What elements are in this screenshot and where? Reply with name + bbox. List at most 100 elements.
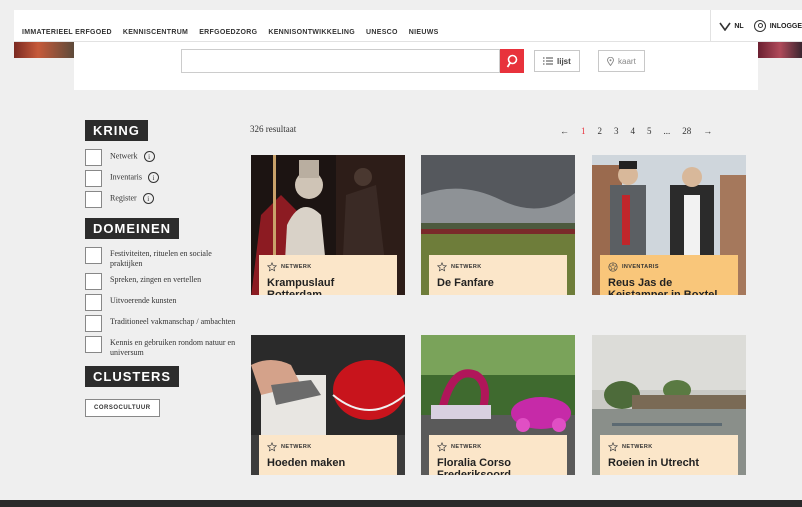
card-type: NETWERK	[281, 444, 312, 450]
pagination-ellipsis: ...	[663, 126, 671, 136]
card-type: NETWERK	[622, 444, 653, 450]
netwerk-icon	[437, 262, 447, 272]
info-icon[interactable]: i	[148, 172, 159, 183]
page-link-2[interactable]: 2	[598, 126, 603, 136]
checkbox[interactable]	[85, 191, 102, 208]
page-link-4[interactable]: 4	[631, 126, 636, 136]
result-card-floralia-corso[interactable]: NETWERK Floralia Corso Frederiksoord	[421, 335, 575, 475]
filter-natuur[interactable]: Kennis en gebruiken rondom natuur en uni…	[85, 336, 245, 358]
map-view-label: kaart	[618, 56, 636, 66]
netwerk-icon	[267, 262, 277, 272]
kring-heading: KRING	[85, 120, 148, 141]
card-label: INVENTARIS Reus Jas de Keistamper in Box…	[600, 255, 738, 295]
filter-spreken[interactable]: Spreken, zingen en vertellen	[85, 273, 245, 290]
cluster-corsocultuur-button[interactable]: CORSOCULTUUR	[85, 399, 160, 417]
pagination-next[interactable]: →	[703, 126, 712, 136]
card-type: NETWERK	[451, 264, 482, 270]
card-label: NETWERK Floralia Corso Frederiksoord	[429, 435, 567, 475]
checkbox[interactable]	[85, 294, 102, 311]
domeinen-filters: Festiviteiten, rituelen en sociale prakt…	[85, 247, 245, 358]
domeinen-heading: DOMEINEN	[85, 218, 180, 239]
card-label: NETWERK De Fanfare	[429, 255, 567, 295]
card-label: NETWERK Hoeden maken	[259, 435, 397, 475]
filter-label: Kennis en gebruiken rondom natuur en uni…	[110, 338, 236, 357]
nav-right: NL INLOGGE	[710, 10, 802, 42]
chevron-down-icon	[719, 22, 732, 31]
language-label: NL	[734, 22, 744, 30]
result-count: 326 resultaat	[250, 124, 297, 134]
nav-link-nieuws[interactable]: NIEUWS	[409, 29, 439, 36]
filter-label: Inventaris	[110, 172, 142, 182]
nav-link-kennisontwikkeling[interactable]: KENNISONTWIKKELING	[268, 29, 355, 36]
filter-vakmanschap[interactable]: Traditioneel vakmanschap / ambachten	[85, 315, 245, 332]
pagination-prev[interactable]: ←	[560, 126, 569, 136]
checkbox[interactable]	[85, 315, 102, 332]
nav-link-immaterieel-erfgoed[interactable]: IMMATERIEEL ERFGOED	[22, 29, 112, 36]
result-card-hoeden-maken[interactable]: NETWERK Hoeden maken	[251, 335, 405, 475]
filter-label: Uitvoerende kunsten	[110, 296, 177, 305]
result-card-de-fanfare[interactable]: NETWERK De Fanfare	[421, 155, 575, 295]
filter-festiviteiten[interactable]: Festiviteiten, rituelen en sociale prakt…	[85, 247, 245, 269]
filter-label: Netwerk	[110, 151, 138, 161]
result-card-reus-jas[interactable]: INVENTARIS Reus Jas de Keistamper in Box…	[592, 155, 746, 295]
login-label: INLOGGE	[769, 22, 802, 30]
card-title: Roeien in Utrecht	[608, 457, 700, 469]
card-title: De Fanfare	[437, 277, 494, 289]
info-icon[interactable]: i	[143, 151, 155, 162]
card-title: Floralia Corso Frederiksoord	[437, 457, 511, 475]
filter-label: Spreken, zingen en vertellen	[110, 275, 202, 284]
page-link-1[interactable]: 1	[581, 126, 586, 136]
card-type: NETWERK	[451, 444, 482, 450]
filter-register[interactable]: Register i	[85, 191, 245, 208]
filter-inventaris[interactable]: Inventaris i	[85, 170, 245, 187]
search-button[interactable]	[500, 49, 524, 73]
checkbox[interactable]	[85, 149, 102, 166]
filter-label: Traditioneel vakmanschap / ambachten	[110, 317, 236, 326]
search-input[interactable]	[181, 49, 500, 73]
result-card-roeien-utrecht[interactable]: NETWERK Roeien in Utrecht	[592, 335, 746, 475]
checkbox[interactable]	[85, 170, 102, 187]
nav-link-kenniscentrum[interactable]: KENNISCENTRUM	[123, 29, 188, 36]
checkbox[interactable]	[85, 336, 102, 353]
map-view-button[interactable]: kaart	[598, 50, 645, 72]
filter-label: Festiviteiten, rituelen en sociale prakt…	[110, 249, 212, 268]
main-menu: IMMATERIEEL ERFGOED KENNISCENTRUM ERFGOE…	[22, 29, 439, 36]
search-panel: lijst kaart	[74, 42, 758, 90]
list-icon	[543, 57, 553, 65]
result-card-krampuslauf[interactable]: NETWERK Krampuslauf Rotterdam	[251, 155, 405, 295]
nav-link-erfgoedzorg[interactable]: ERFGOEDZORG	[199, 29, 257, 36]
hero-image-right	[758, 42, 802, 58]
checkbox[interactable]	[85, 273, 102, 290]
inventaris-icon	[608, 262, 618, 272]
user-icon	[753, 20, 766, 32]
page-link-5[interactable]: 5	[647, 126, 652, 136]
card-type: NETWERK	[281, 264, 312, 270]
netwerk-icon	[437, 442, 447, 452]
filter-netwerk[interactable]: Netwerk i	[85, 149, 245, 166]
card-type: INVENTARIS	[622, 264, 659, 270]
list-view-button[interactable]: lijst	[534, 50, 580, 72]
card-title: Krampuslauf Rotterdam	[267, 277, 335, 295]
checkbox[interactable]	[85, 247, 102, 264]
filter-sidebar: KRING Netwerk i Inventaris i Register i DOM…	[85, 120, 245, 417]
filter-uitvoerende-kunsten[interactable]: Uitvoerende kunsten	[85, 294, 245, 311]
bottom-bar	[0, 500, 802, 507]
card-label: NETWERK Roeien in Utrecht	[600, 435, 738, 475]
top-navigation: IMMATERIEEL ERFGOED KENNISCENTRUM ERFGOE…	[14, 10, 802, 42]
nav-link-unesco[interactable]: UNESCO	[366, 29, 398, 36]
info-icon[interactable]: i	[142, 193, 154, 204]
search-icon	[506, 54, 518, 68]
card-title: Hoeden maken	[267, 457, 346, 469]
list-view-label: lijst	[557, 56, 571, 66]
login-button[interactable]: INLOGGE	[753, 20, 802, 32]
page-link-28[interactable]: 28	[682, 126, 691, 136]
clusters-heading: CLUSTERS	[85, 366, 180, 387]
map-pin-icon	[607, 56, 614, 66]
netwerk-icon	[608, 442, 618, 452]
kring-filters: Netwerk i Inventaris i Register i	[85, 149, 245, 208]
language-selector[interactable]: NL	[719, 22, 753, 31]
card-title: Reus Jas de Keistamper in Boxtel	[608, 277, 718, 295]
page-link-3[interactable]: 3	[614, 126, 619, 136]
pagination: ← 1 2 3 4 5 ... 28 →	[560, 126, 712, 136]
hero-image-left	[14, 42, 74, 58]
